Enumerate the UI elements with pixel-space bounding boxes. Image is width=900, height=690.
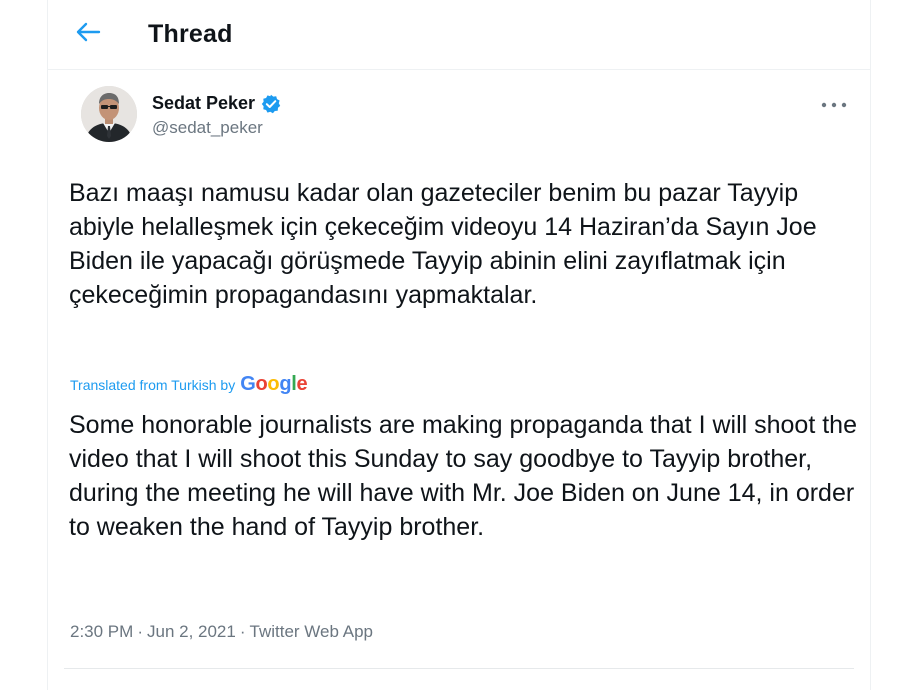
translation-attribution[interactable]: Translated from Turkish by Google: [70, 373, 308, 396]
page-title: Thread: [148, 20, 233, 48]
more-horizontal-icon: [821, 95, 847, 113]
tweet-source[interactable]: Twitter Web App: [250, 622, 373, 642]
page: Thread Sedat Peker @sedat_peker Bazı maa…: [0, 0, 900, 690]
verified-badge-icon: [261, 94, 281, 114]
author-name-row: Sedat Peker: [152, 93, 281, 114]
separator-dot: ·: [137, 622, 143, 641]
back-button[interactable]: [66, 14, 110, 54]
google-logo: Google: [240, 373, 308, 395]
more-options-button[interactable]: [818, 92, 850, 116]
tweet-translated-text: Some honorable journalists are making pr…: [69, 411, 857, 541]
separator-dot: ·: [239, 622, 246, 641]
thread-header: Thread: [48, 0, 870, 70]
divider: [64, 668, 854, 669]
author-handle[interactable]: @sedat_peker: [152, 118, 281, 138]
translated-label: Translated from Turkish by: [70, 377, 236, 393]
avatar[interactable]: [81, 86, 137, 142]
tweet-original-text: Bazı maaşı namusu kadar olan gazeteciler…: [69, 179, 817, 309]
tweet-metadata: 2:30 PM · Jun 2, 2021 · Twitter Web App: [70, 622, 373, 642]
thread-column: Thread Sedat Peker @sedat_peker Bazı maa…: [47, 0, 871, 690]
arrow-left-icon: [75, 21, 101, 48]
tweet-date[interactable]: Jun 2, 2021: [147, 622, 236, 642]
tweet-time[interactable]: 2:30 PM: [70, 622, 133, 642]
author-name[interactable]: Sedat Peker: [152, 93, 255, 114]
author-block: Sedat Peker @sedat_peker: [152, 93, 281, 138]
